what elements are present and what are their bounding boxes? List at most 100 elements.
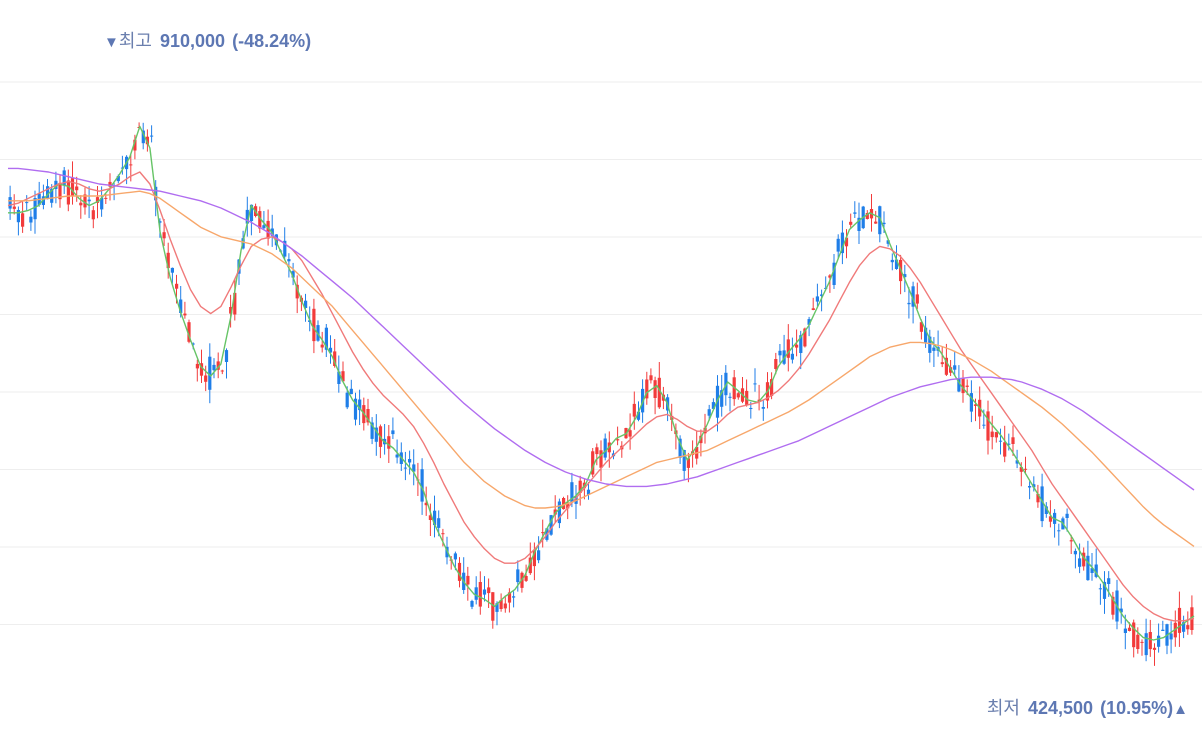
candle[interactable] <box>986 400 990 455</box>
candle[interactable] <box>499 593 503 612</box>
candle[interactable] <box>778 344 782 363</box>
candle[interactable] <box>728 392 732 412</box>
candle[interactable] <box>353 392 358 426</box>
candle[interactable] <box>466 566 470 601</box>
candle[interactable] <box>657 362 661 409</box>
candle[interactable] <box>408 450 412 475</box>
candlesticks[interactable] <box>8 122 1194 666</box>
candle[interactable] <box>574 485 578 519</box>
candle[interactable] <box>745 379 749 407</box>
candle[interactable] <box>403 451 407 481</box>
candle[interactable] <box>537 536 541 564</box>
candle[interactable] <box>645 371 649 405</box>
candle[interactable] <box>1182 615 1186 639</box>
candle[interactable] <box>33 190 37 234</box>
candle[interactable] <box>374 414 378 456</box>
candle[interactable] <box>994 431 998 443</box>
candle[interactable] <box>482 576 487 602</box>
candle[interactable] <box>383 424 387 455</box>
candle[interactable] <box>220 369 224 375</box>
candle[interactable] <box>840 220 844 265</box>
candle[interactable] <box>491 592 495 629</box>
candle[interactable] <box>553 495 557 523</box>
candle[interactable] <box>603 433 607 461</box>
candle[interactable] <box>224 348 229 379</box>
candle[interactable] <box>412 449 416 486</box>
candle[interactable] <box>874 210 878 224</box>
candle[interactable] <box>324 324 328 357</box>
candle[interactable] <box>512 591 516 608</box>
candle[interactable] <box>87 186 91 219</box>
candle[interactable] <box>557 498 561 529</box>
candle[interactable] <box>1165 623 1169 655</box>
candle[interactable] <box>790 337 794 364</box>
candle[interactable] <box>470 599 474 610</box>
candle[interactable] <box>786 324 790 372</box>
candle[interactable] <box>815 283 819 307</box>
candle[interactable] <box>462 557 466 594</box>
candle[interactable] <box>62 167 66 194</box>
candle[interactable] <box>1053 509 1057 538</box>
candle[interactable] <box>761 399 765 421</box>
candle[interactable] <box>316 320 320 342</box>
candle[interactable] <box>653 376 657 415</box>
candle[interactable] <box>736 392 740 400</box>
candle[interactable] <box>91 206 95 229</box>
candle[interactable] <box>195 359 199 382</box>
candle[interactable] <box>29 210 33 231</box>
candle[interactable] <box>378 424 383 459</box>
candle[interactable] <box>262 211 266 230</box>
candle[interactable] <box>474 576 478 605</box>
candle[interactable] <box>599 440 603 482</box>
candle[interactable] <box>1098 583 1102 605</box>
candle[interactable] <box>433 495 437 538</box>
candle[interactable] <box>25 195 29 211</box>
candle[interactable] <box>849 213 853 229</box>
candle[interactable] <box>649 368 653 384</box>
candle[interactable] <box>212 358 216 379</box>
candle[interactable] <box>8 185 12 220</box>
candle[interactable] <box>990 415 994 450</box>
candle[interactable] <box>478 571 482 615</box>
candle[interactable] <box>1186 611 1190 635</box>
candle[interactable] <box>150 125 154 143</box>
candle[interactable] <box>932 337 936 367</box>
candle[interactable] <box>16 206 20 236</box>
candle[interactable] <box>1190 595 1194 635</box>
candle[interactable] <box>969 380 973 423</box>
candle[interactable] <box>1140 639 1144 656</box>
candle[interactable] <box>953 350 957 376</box>
candle[interactable] <box>936 330 940 357</box>
candle[interactable] <box>740 377 745 404</box>
candle[interactable] <box>295 275 299 314</box>
candle[interactable] <box>349 379 353 395</box>
candle[interactable] <box>628 413 632 450</box>
candle[interactable] <box>915 282 919 309</box>
candle[interactable] <box>391 417 395 440</box>
candle[interactable] <box>591 448 595 477</box>
candle[interactable] <box>370 417 374 445</box>
candle[interactable] <box>616 426 620 446</box>
candle[interactable] <box>607 431 611 468</box>
candle[interactable] <box>1028 481 1032 500</box>
candle[interactable] <box>1102 571 1107 614</box>
candle[interactable] <box>1169 621 1173 654</box>
candle[interactable] <box>1177 591 1182 647</box>
candle[interactable] <box>857 202 861 244</box>
candle[interactable] <box>757 384 761 411</box>
candle[interactable] <box>1073 548 1077 569</box>
candle[interactable] <box>58 175 62 208</box>
candle[interactable] <box>328 335 333 364</box>
candle[interactable] <box>21 201 25 233</box>
candle[interactable] <box>1161 620 1165 631</box>
candle[interactable] <box>41 184 45 210</box>
candle[interactable] <box>853 201 857 218</box>
candle[interactable] <box>1003 425 1007 463</box>
candle[interactable] <box>1152 643 1157 666</box>
candle[interactable] <box>632 391 636 430</box>
candle[interactable] <box>899 254 903 295</box>
candle[interactable] <box>998 428 1003 455</box>
candle[interactable] <box>1132 619 1136 658</box>
candle[interactable] <box>183 301 187 319</box>
candle[interactable] <box>890 253 894 271</box>
